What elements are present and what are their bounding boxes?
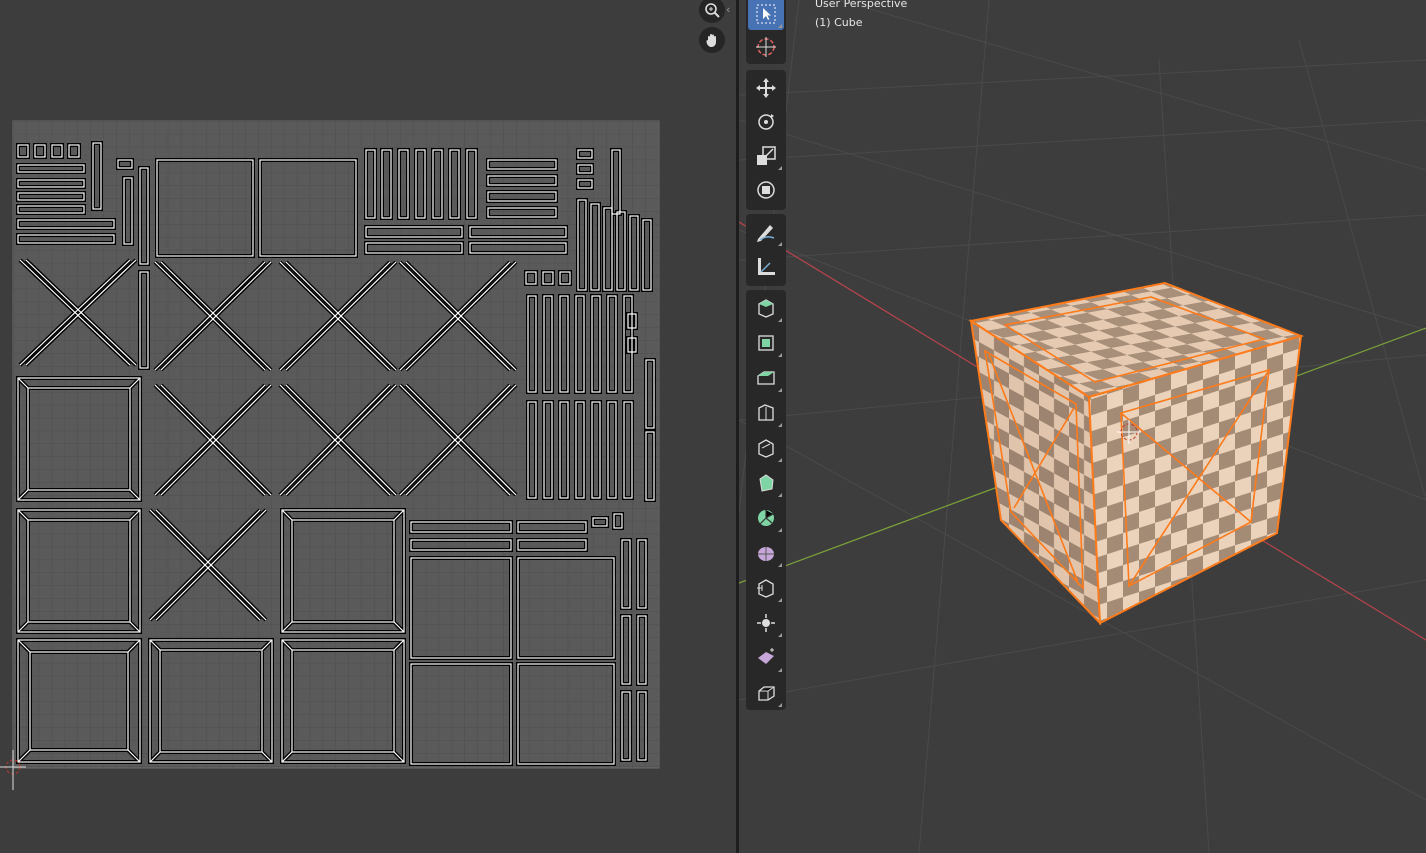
viewport-scene[interactable] <box>739 0 1426 853</box>
extrude-icon[interactable] <box>748 327 784 359</box>
smooth-icon[interactable] <box>748 572 784 604</box>
select-box-icon[interactable] <box>748 0 784 30</box>
shear-icon[interactable] <box>748 677 784 709</box>
perspective-label: User Perspective <box>815 0 908 10</box>
scale-icon[interactable] <box>748 140 784 172</box>
add-cube-icon[interactable] <box>748 292 784 324</box>
uv-canvas[interactable] <box>0 0 736 853</box>
poly-build-icon[interactable] <box>748 502 784 534</box>
inset-icon[interactable] <box>748 362 784 394</box>
hand-pan-icon[interactable] <box>699 27 725 53</box>
collapse-arrow-icon[interactable]: ‹ <box>726 3 736 17</box>
bevel-icon[interactable] <box>748 397 784 429</box>
annotate-icon[interactable] <box>748 216 784 248</box>
shrink-fatten-icon[interactable] <box>748 642 784 674</box>
cursor-icon[interactable] <box>748 31 784 63</box>
spin-icon[interactable] <box>748 537 784 569</box>
edge-slide-icon[interactable] <box>748 607 784 639</box>
object-label: (1) Cube <box>815 16 863 29</box>
uv-editor[interactable]: ‹ <box>0 0 736 853</box>
move-icon[interactable] <box>748 72 784 104</box>
cube-mesh[interactable] <box>968 281 1305 626</box>
transform-icon[interactable] <box>748 174 784 206</box>
rotate-icon[interactable] <box>748 106 784 138</box>
knife-icon[interactable] <box>748 467 784 499</box>
measure-icon[interactable] <box>748 251 784 283</box>
3d-viewport[interactable]: User Perspective (1) Cube <box>739 0 1426 853</box>
loop-cut-icon[interactable] <box>748 432 784 464</box>
